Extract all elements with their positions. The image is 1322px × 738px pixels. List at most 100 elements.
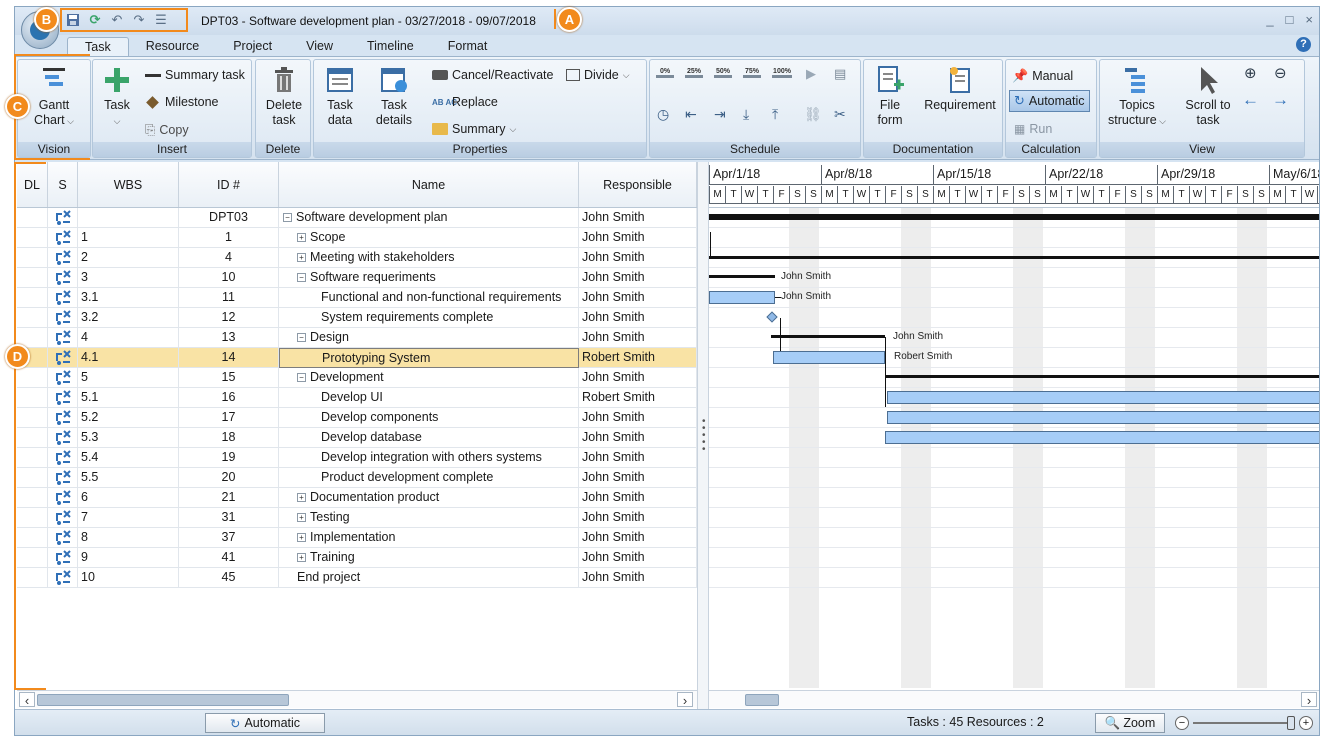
summary-dropdown[interactable]: Summary ⌵ [432,122,516,136]
requirement-button[interactable]: Requirement [920,65,1000,113]
cell-responsible[interactable]: John Smith [579,268,697,288]
cell-name[interactable]: − Development [279,368,579,388]
table-row[interactable]: 5.3 18 Develop database John Smith [17,428,697,448]
table-row[interactable]: 5.4 19 Develop integration with others sys… [17,448,697,468]
tab-format[interactable]: Format [431,37,505,57]
table-row[interactable]: 10 45 End project John Smith [17,568,697,588]
tab-view[interactable]: View [289,37,350,57]
milestone-button[interactable]: Milestone [145,95,219,109]
cell-name[interactable]: Develop integration with others systems [279,448,579,468]
gantt-chart-button[interactable]: Gantt Chart ⌵ [26,65,82,129]
cell-responsible[interactable]: John Smith [579,528,697,548]
cell-name[interactable]: + Training [279,548,579,568]
cell-name[interactable]: Product development complete [279,468,579,488]
cell-responsible[interactable]: John Smith [579,448,697,468]
cell-name[interactable]: Develop components [279,408,579,428]
cell-wbs[interactable]: 5.4 [78,448,179,468]
cell-wbs[interactable]: 4 [78,328,179,348]
summary-task-button[interactable]: Summary task [145,68,245,82]
tab-resource[interactable]: Resource [129,37,217,57]
help-icon[interactable]: ? [1296,37,1311,52]
collapse-icon[interactable]: − [297,373,306,383]
cell-wbs[interactable]: 9 [78,548,179,568]
cell-name[interactable]: System requirements complete [279,308,579,328]
cell-wbs[interactable]: 5.3 [78,428,179,448]
expand-icon[interactable]: + [297,253,306,263]
progress-25-icon[interactable]: 25% [685,68,703,78]
tab-project[interactable]: Project [216,37,289,57]
cell-responsible[interactable]: John Smith [579,228,697,248]
cell-wbs[interactable]: 5.2 [78,408,179,428]
minimize-button[interactable]: _ [1266,12,1273,27]
progress-50-icon[interactable]: 50% [714,68,732,78]
maximize-button[interactable]: □ [1286,12,1294,27]
table-row[interactable]: 3.1 11 Functional and non-functional requi… [17,288,697,308]
gantt-hscrollbar[interactable]: › [709,690,1319,708]
task-details-button[interactable]: Task details [370,65,418,128]
cell-wbs[interactable]: 5.1 [78,388,179,408]
cell-responsible[interactable]: John Smith [579,428,697,448]
divide-dropdown[interactable]: Divide ⌵ [566,68,630,82]
file-form-button[interactable]: File form [870,65,910,128]
cell-name[interactable]: + Testing [279,508,579,528]
cell-name[interactable]: Functional and non-functional requiremen… [279,288,579,308]
cell-id[interactable]: 15 [179,368,279,388]
close-button[interactable]: × [1305,12,1313,27]
move-down-icon[interactable]: ⤓ [743,106,749,123]
grid-hscrollbar[interactable]: ‹ › [17,690,697,708]
table-row[interactable]: 4 13− Design John Smith [17,328,697,348]
cell-dl[interactable] [17,468,48,488]
cell-wbs[interactable]: 3.1 [78,288,179,308]
cell-wbs[interactable] [78,208,179,228]
cell-status[interactable] [48,468,78,488]
cell-status[interactable] [48,268,78,288]
cell-status[interactable] [48,528,78,548]
cell-responsible[interactable]: John Smith [579,468,697,488]
zoom-slider-thumb[interactable] [1287,716,1295,730]
cell-wbs[interactable]: 4.1 [78,348,179,368]
cell-id[interactable]: DPT03 [179,208,279,228]
expand-icon[interactable]: + [297,513,306,523]
zoom-slider[interactable] [1193,722,1291,724]
cell-wbs[interactable]: 6 [78,488,179,508]
cell-status[interactable] [48,248,78,268]
cell-status[interactable] [48,448,78,468]
table-row[interactable]: DPT03− Software development plan John Smit… [17,208,697,228]
cell-id[interactable]: 13 [179,328,279,348]
expand-icon[interactable]: + [297,553,306,563]
col-header-dl[interactable]: DL [17,162,48,207]
cell-dl[interactable] [17,488,48,508]
table-row[interactable]: 2 4 + Meeting with stakeholders John Smith [17,248,697,268]
gantt-scroll-thumb[interactable] [745,694,779,706]
cell-responsible[interactable]: Robert Smith [579,348,697,368]
task-bar[interactable] [885,431,1319,444]
table-row[interactable]: 3.2 12 System requirements complete John Sm… [17,308,697,328]
cell-dl[interactable] [17,408,48,428]
cell-responsible[interactable]: John Smith [579,368,697,388]
cell-dl[interactable] [17,368,48,388]
cell-dl[interactable] [17,228,48,248]
cell-status[interactable] [48,288,78,308]
task-bar[interactable] [887,411,1319,424]
delete-task-button[interactable]: Delete task [260,65,308,128]
cell-responsible[interactable]: John Smith [579,508,697,528]
table-row[interactable]: 5.2 17 Develop components John Smith [17,408,697,428]
cell-id[interactable]: 20 [179,468,279,488]
col-header-name[interactable]: Name [279,162,579,207]
automatic-button[interactable]: ↻ Automatic [1009,90,1090,112]
scroll-to-task-button[interactable]: Scroll to task [1176,65,1240,128]
cell-responsible[interactable]: John Smith [579,548,697,568]
summary-bar-project[interactable] [709,214,1319,220]
expand-icon[interactable]: + [297,493,306,503]
task-data-button[interactable]: Task data [318,65,362,128]
manual-button[interactable]: 📌 Manual [1012,68,1073,84]
cell-dl[interactable] [17,288,48,308]
cell-name[interactable]: + Implementation [279,528,579,548]
cell-dl[interactable] [17,548,48,568]
cell-wbs[interactable]: 5 [78,368,179,388]
cell-status[interactable] [48,368,78,388]
cell-status[interactable] [48,348,78,368]
undo-icon[interactable]: ↶ [109,12,125,28]
cell-responsible[interactable]: John Smith [579,328,697,348]
cell-responsible[interactable]: John Smith [579,288,697,308]
